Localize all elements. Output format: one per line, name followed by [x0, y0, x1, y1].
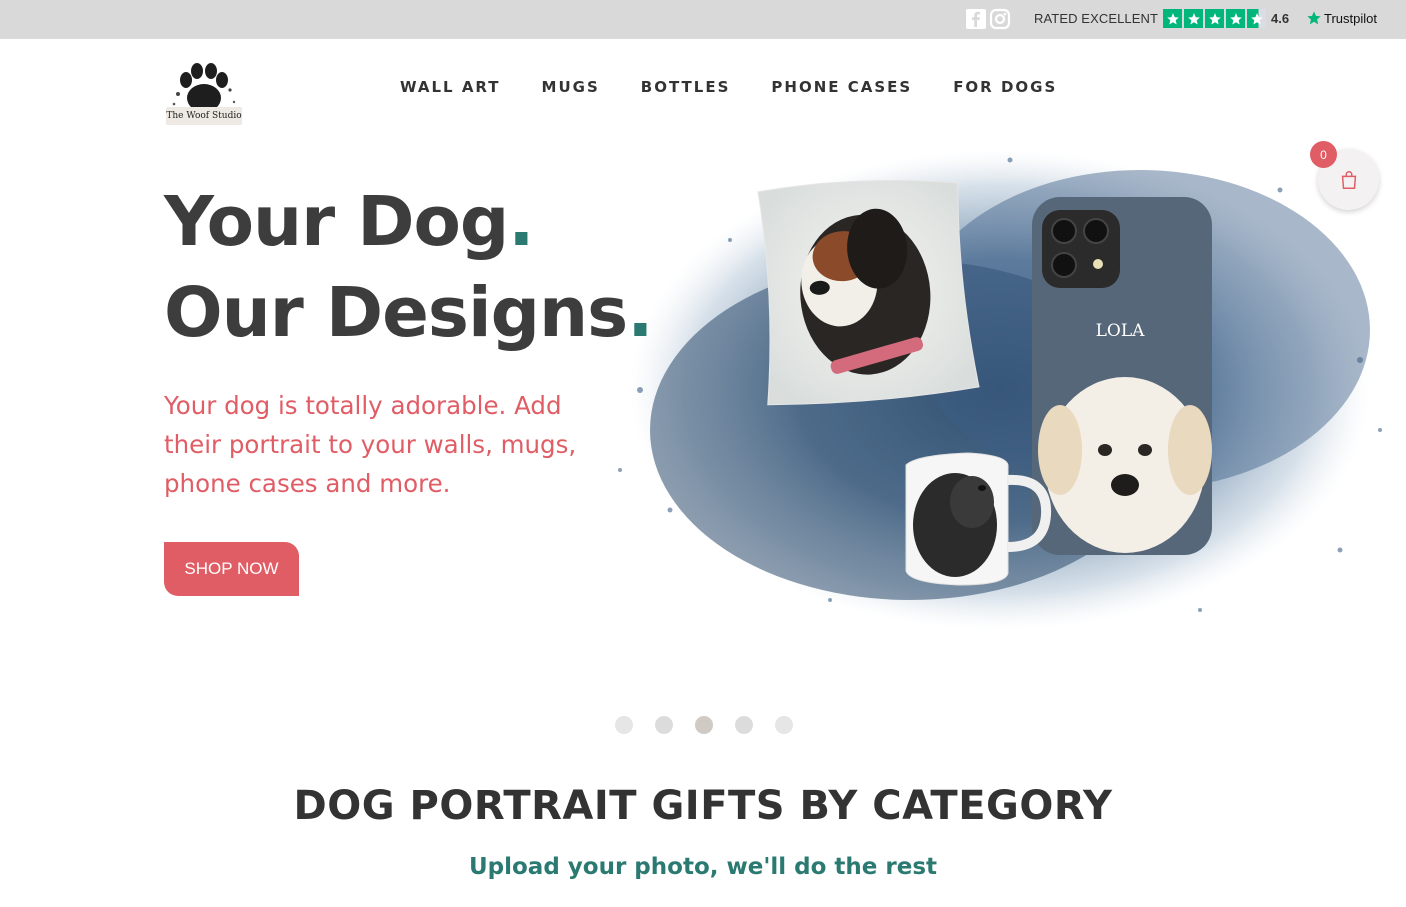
hero-heading-line1: Your Dog. — [164, 182, 535, 262]
nav-for-dogs[interactable]: FOR DOGS — [953, 78, 1057, 96]
hero-product-image: LOLA — [618, 150, 1382, 630]
shopping-bag-icon — [1341, 170, 1356, 189]
half-star-icon — [1247, 9, 1266, 28]
cart-count-badge: 0 — [1310, 141, 1337, 168]
hero-heading-line2: Our Designs. — [164, 273, 653, 353]
logo-text: The Woof Studio — [166, 107, 242, 125]
slider-dot[interactable] — [775, 716, 793, 734]
category-title: DOG PORTRAIT GIFTS BY CATEGORY — [293, 783, 1113, 829]
star-icon — [1163, 9, 1182, 28]
category-subtitle: Upload your photo, we'll do the rest — [468, 854, 938, 880]
trustpilot-star-icon — [1307, 11, 1321, 25]
slider-dot-active[interactable] — [695, 716, 713, 734]
phone-name-text: LOLA — [1096, 321, 1146, 341]
star-icon — [1205, 9, 1224, 28]
shop-now-button[interactable]: SHOP NOW — [164, 542, 299, 596]
star-icon — [1226, 9, 1245, 28]
top-bar: RATED EXCELLENT 4.6 Trustpilot — [0, 0, 1406, 39]
pillow-image — [757, 180, 980, 406]
instagram-icon[interactable] — [989, 8, 1011, 30]
hero-subtitle: Your dog is totally adorable. Add their … — [164, 391, 577, 498]
slider-dot[interactable] — [735, 716, 753, 734]
nav-phone-cases[interactable]: PHONE CASES — [771, 78, 912, 96]
main-nav: WALL ART MUGS BOTTLES PHONE CASES FOR DO… — [400, 78, 1057, 96]
trustpilot-label: Trustpilot — [1324, 10, 1377, 26]
rating-score: 4.6 — [1271, 11, 1290, 26]
nav-bottles[interactable]: BOTTLES — [641, 78, 731, 96]
phone-case-image — [1032, 197, 1212, 555]
facebook-icon[interactable] — [965, 8, 987, 30]
star-icon — [1184, 9, 1203, 28]
rated-text: RATED EXCELLENT — [1034, 11, 1159, 26]
slider-dot[interactable] — [655, 716, 673, 734]
nav-wall-art[interactable]: WALL ART — [400, 78, 501, 96]
rating-stars — [1163, 9, 1266, 28]
site-logo[interactable]: The Woof Studio — [164, 60, 244, 136]
slider-dots — [615, 716, 793, 734]
nav-mugs[interactable]: MUGS — [542, 78, 600, 96]
slider-dot[interactable] — [615, 716, 633, 734]
social-links — [965, 8, 1011, 30]
trustpilot-logo[interactable]: Trustpilot — [1306, 10, 1377, 26]
